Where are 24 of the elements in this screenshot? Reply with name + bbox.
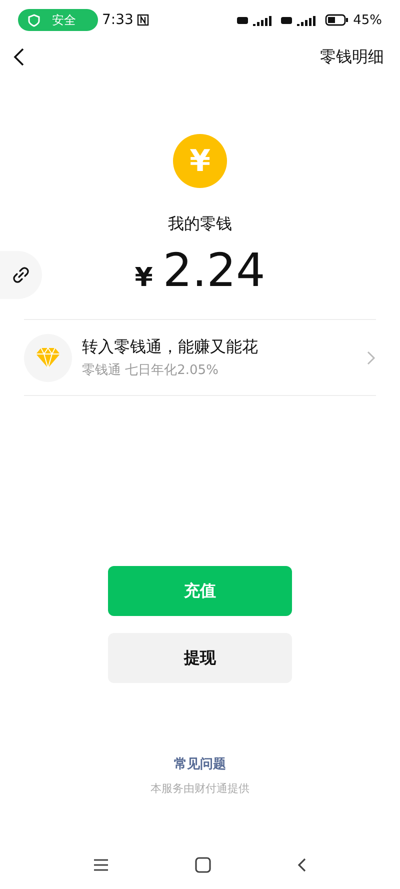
- security-badge: 安全: [18, 9, 98, 31]
- nfc-icon: [137, 14, 150, 26]
- link-icon: [13, 267, 29, 283]
- balance-label: 我的零钱: [168, 214, 232, 235]
- coin-icon: ¥: [173, 134, 227, 188]
- status-time: 7:33: [102, 12, 134, 28]
- balance-amount: 2.24: [162, 243, 266, 297]
- details-link[interactable]: 零钱明细: [320, 46, 384, 68]
- menu-icon[interactable]: [93, 858, 109, 872]
- provider-note: 本服务由财付通提供: [150, 781, 250, 796]
- promo-row[interactable]: 转入零钱通，能赚又能花 零钱通 七日年化2.05%: [24, 319, 376, 396]
- battery-percent: 45%: [353, 12, 382, 28]
- battery-icon: [325, 14, 350, 26]
- withdraw-button[interactable]: 提现: [108, 633, 292, 683]
- faq-link[interactable]: 常见问题: [174, 755, 226, 773]
- promo-title: 转入零钱通，能赚又能花: [82, 336, 259, 358]
- home-icon[interactable]: [195, 857, 211, 873]
- shield-icon: [28, 14, 40, 26]
- back-icon[interactable]: [297, 857, 307, 873]
- link-float-button[interactable]: [0, 251, 42, 299]
- back-icon[interactable]: [12, 47, 26, 67]
- promo-subtitle: 零钱通 七日年化2.05%: [82, 362, 220, 378]
- chevron-right-icon: [366, 350, 376, 366]
- currency-symbol: ¥: [134, 263, 153, 293]
